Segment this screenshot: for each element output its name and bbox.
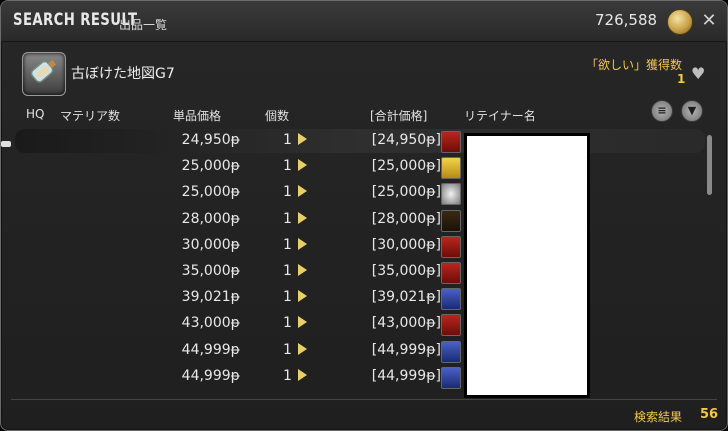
listing-row[interactable]: 43,000ᵽ 1 [43,000ᵽ]	[15, 312, 705, 337]
play-arrow-icon[interactable]	[298, 159, 307, 172]
title-bar[interactable]: SEARCH RESULT 出品一覧 726,588 ✕	[1, 1, 727, 42]
city-red-icon	[441, 314, 461, 337]
map-bottle-icon[interactable]	[22, 52, 66, 96]
play-arrow-icon[interactable]	[298, 342, 307, 355]
quantity: 1	[283, 367, 292, 384]
result-count: 56	[700, 407, 719, 422]
quantity: 1	[283, 158, 292, 175]
gil-amount: 726,588	[595, 11, 658, 29]
listing-row[interactable]: 30,000ᵽ 1 [30,000ᵽ]	[15, 234, 705, 258]
unit-price: 39,021ᵽ	[181, 289, 240, 306]
col-hq[interactable]: HQ	[26, 107, 44, 121]
quantity: 1	[283, 184, 292, 201]
col-total[interactable]: [合計価格]	[370, 107, 427, 124]
play-arrow-icon[interactable]	[298, 316, 307, 329]
quantity: 1	[283, 289, 292, 306]
quantity: 1	[283, 263, 292, 279]
history-icon[interactable]: ≡	[651, 100, 673, 122]
gil-coin-icon	[667, 9, 693, 35]
col-retainer[interactable]: リテイナー名	[464, 107, 536, 124]
listing-row[interactable]: 44,999ᵽ 1 [44,999ᵽ]	[15, 365, 705, 389]
play-arrow-icon[interactable]	[298, 264, 307, 276]
total-price: [30,000ᵽ]	[371, 236, 441, 253]
listing-row[interactable]: 24,950ᵽ 1 [24,950ᵽ]	[15, 129, 705, 153]
city-dark-icon	[441, 209, 461, 232]
result-label: 検索結果	[634, 410, 683, 424]
unit-price: 44,999ᵽ	[181, 367, 240, 384]
col-materia[interactable]: マテリア数	[60, 107, 120, 124]
window-subtitle: 出品一覧	[119, 18, 168, 32]
total-price: [25,000ᵽ]	[371, 184, 441, 201]
quantity: 1	[283, 132, 292, 148]
heart-icon[interactable]: ♥	[691, 64, 705, 83]
total-price: [24,950ᵽ]	[371, 132, 441, 148]
total-price: [39,021ᵽ]	[371, 289, 441, 306]
unit-price: 44,999ᵽ	[181, 341, 240, 358]
city-red-icon	[441, 235, 461, 258]
play-arrow-icon[interactable]	[298, 237, 307, 250]
total-price: [43,000ᵽ]	[371, 315, 441, 332]
listing-row[interactable]: 35,000ᵽ 1 [35,000ᵽ]	[15, 260, 705, 284]
col-quantity[interactable]: 個数	[265, 107, 289, 124]
unit-price: 28,000ᵽ	[181, 210, 240, 227]
play-arrow-icon[interactable]	[298, 185, 307, 198]
retainer-names-panel	[464, 133, 590, 398]
listing-row[interactable]: 28,000ᵽ 1 [28,000ᵽ]	[15, 208, 705, 232]
total-price: [25,000ᵽ]	[371, 158, 441, 175]
unit-price: 30,000ᵽ	[181, 236, 240, 253]
play-arrow-icon[interactable]	[298, 368, 307, 381]
unit-price: 35,000ᵽ	[181, 263, 240, 279]
city-gray-icon	[441, 183, 461, 206]
pointer-icon	[1, 141, 11, 147]
city-blue-icon	[441, 366, 461, 389]
col-unit-price[interactable]: 単品価格	[173, 107, 221, 124]
total-price: [44,999ᵽ]	[371, 341, 441, 358]
listing-row[interactable]: 25,000ᵽ 1 [25,000ᵽ]	[15, 181, 705, 206]
total-price: [28,000ᵽ]	[371, 210, 441, 227]
unit-price: 25,000ᵽ	[181, 158, 240, 175]
listing-row[interactable]: 44,999ᵽ 1 [44,999ᵽ]	[15, 339, 705, 363]
wanted-label: 「欲しい」獲得数	[586, 58, 683, 72]
wanted-count: 1	[677, 72, 686, 86]
quantity: 1	[283, 341, 292, 358]
play-arrow-icon[interactable]	[298, 290, 307, 303]
city-blue-icon	[441, 288, 461, 311]
play-arrow-icon[interactable]	[298, 211, 307, 224]
city-gold-icon	[441, 157, 461, 180]
unit-price: 25,000ᵽ	[181, 184, 240, 201]
listing-list: 24,950ᵽ 1 [24,950ᵽ] 25,000ᵽ 1 [25,000ᵽ] 25,000…	[15, 129, 709, 394]
close-icon[interactable]: ✕	[699, 11, 719, 31]
listing-row[interactable]: 39,021ᵽ 1 [39,021ᵽ]	[15, 286, 705, 311]
listing-row[interactable]: 25,000ᵽ 1 [25,000ᵽ]	[15, 155, 705, 180]
footer-divider	[11, 399, 717, 400]
total-price: [35,000ᵽ]	[371, 263, 441, 279]
play-arrow-icon[interactable]	[298, 133, 307, 145]
scrollbar[interactable]	[707, 135, 712, 195]
unit-price: 43,000ᵽ	[181, 315, 240, 332]
city-blue-icon	[441, 340, 461, 363]
item-name: 古ぼけた地図G7	[71, 66, 175, 82]
city-red-icon	[441, 131, 461, 153]
quantity: 1	[283, 315, 292, 332]
city-red-icon	[441, 262, 461, 284]
total-price: [44,999ᵽ]	[371, 367, 441, 384]
quantity: 1	[283, 236, 292, 253]
quantity: 1	[283, 210, 292, 227]
search-result-window: SEARCH RESULT 出品一覧 726,588 ✕ 古ぼけた地図G7 「欲…	[0, 0, 728, 431]
unit-price: 24,950ᵽ	[181, 132, 240, 148]
filter-icon[interactable]: ▼	[681, 100, 703, 122]
